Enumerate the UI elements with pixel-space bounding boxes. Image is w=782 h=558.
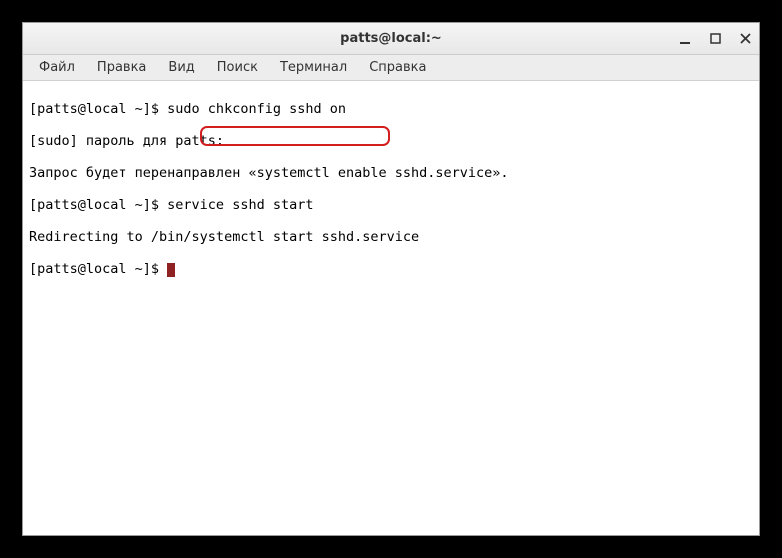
- terminal-line: [sudo] пароль для patts:: [29, 133, 753, 149]
- close-button[interactable]: [737, 31, 753, 47]
- terminal-line: Redirecting to /bin/systemctl start sshd…: [29, 229, 753, 245]
- menu-terminal[interactable]: Терминал: [270, 58, 357, 77]
- terminal-prompt-line: [patts@local ~]$: [29, 261, 753, 277]
- menu-edit[interactable]: Правка: [87, 58, 156, 77]
- terminal-line: [patts@local ~]$ service sshd start: [29, 197, 753, 213]
- titlebar-controls: [677, 31, 753, 47]
- minimize-button[interactable]: [677, 31, 693, 47]
- maximize-icon: [710, 33, 721, 44]
- terminal-window: patts@local:~ Файл Правка Вид Поиск Терм…: [22, 22, 760, 536]
- minimize-icon: [679, 33, 691, 45]
- close-icon: [740, 33, 751, 44]
- menu-file[interactable]: Файл: [29, 58, 85, 77]
- terminal-output[interactable]: [patts@local ~]$ sudo chkconfig sshd on …: [23, 81, 759, 535]
- menu-search[interactable]: Поиск: [207, 58, 268, 77]
- menu-help[interactable]: Справка: [359, 58, 436, 77]
- titlebar: patts@local:~: [23, 23, 759, 55]
- terminal-line: Запрос будет перенаправлен «systemctl en…: [29, 165, 753, 181]
- terminal-line: [patts@local ~]$ sudo chkconfig sshd on: [29, 101, 753, 117]
- cursor: [167, 263, 175, 277]
- window-title: patts@local:~: [340, 31, 442, 46]
- menubar: Файл Правка Вид Поиск Терминал Справка: [23, 55, 759, 81]
- maximize-button[interactable]: [707, 31, 723, 47]
- menu-view[interactable]: Вид: [158, 58, 204, 77]
- terminal-prompt: [patts@local ~]$: [29, 261, 167, 277]
